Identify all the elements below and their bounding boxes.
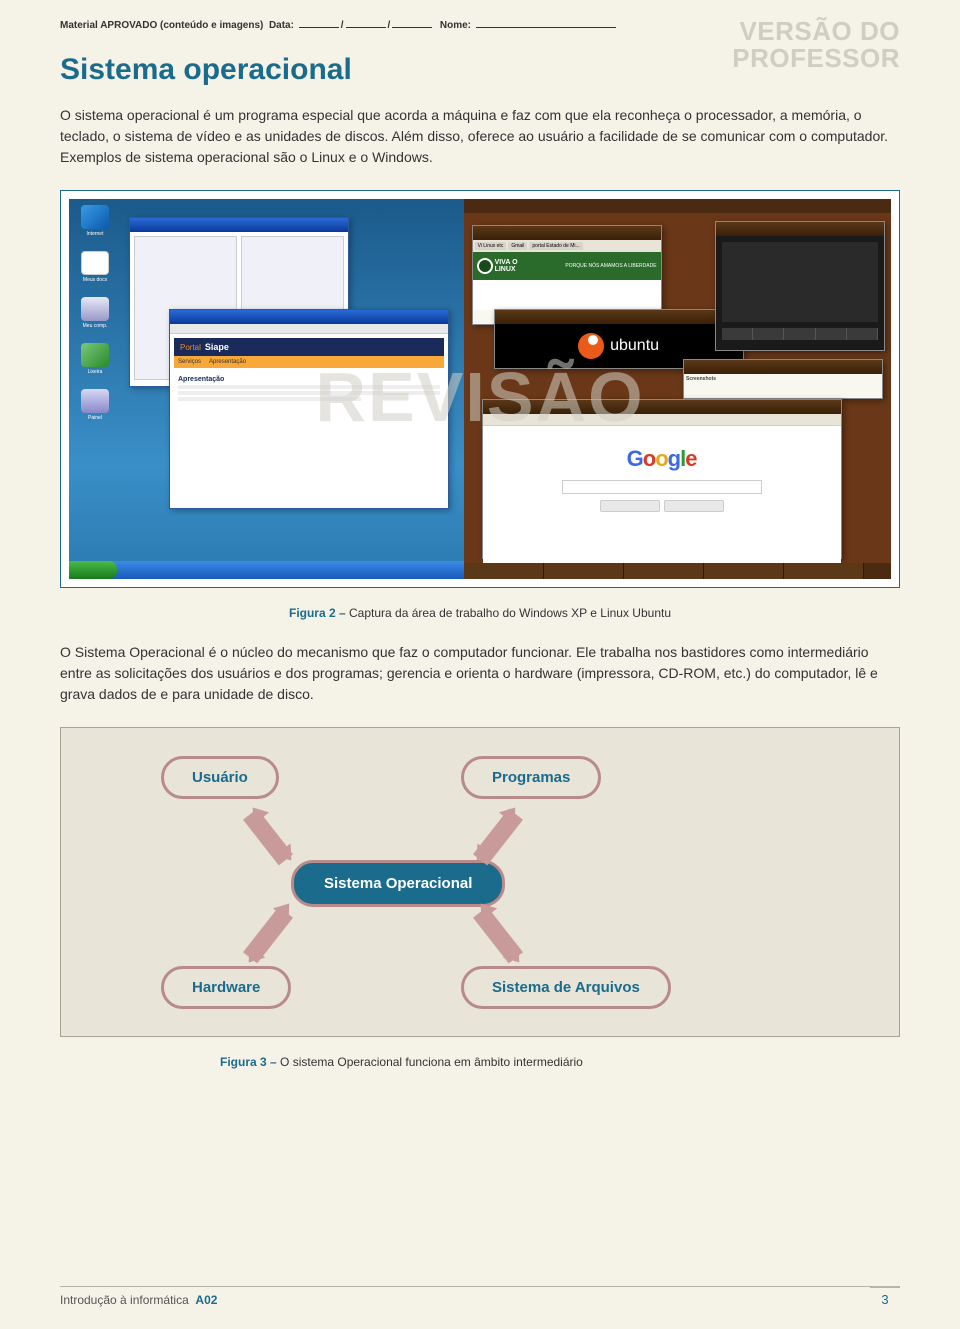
watermark-line2: PROFESSOR: [732, 45, 900, 72]
body-paragraph-2: O Sistema Operacional é o núcleo do meca…: [60, 642, 900, 705]
watermark-line1: VERSÃO DO: [732, 18, 900, 45]
xp-taskbar: [69, 561, 496, 579]
xp-desktop: Internet Meus docs Meu comp. Lixeira Pai…: [69, 199, 496, 579]
diagram-node-hardware: Hardware: [161, 966, 291, 1009]
xp-icon-ie: Internet: [75, 205, 115, 245]
name-blank: [476, 27, 616, 28]
xp-browser-window: Portal Siape Serviços Apresentação Apres…: [169, 309, 449, 509]
diagram-node-os: Sistema Operacional: [291, 860, 505, 907]
figure-2-caption: Figura 2 – Captura da área de trabalho d…: [60, 606, 900, 620]
google-search-box: [562, 480, 762, 494]
xp-start-button: [69, 561, 117, 579]
xp-desktop-icons: Internet Meus docs Meu comp. Lixeira Pai…: [75, 205, 115, 435]
date-blank-2: [346, 27, 386, 28]
footer-page-number: 3: [870, 1287, 900, 1307]
siape-banner: Portal Siape: [174, 338, 444, 356]
diagram-node-programs: Programas: [461, 756, 601, 799]
figure-3-diagram: Usuário Programas Sistema Operacional Ha…: [60, 727, 900, 1037]
intro-paragraph: O sistema operacional é um programa espe…: [60, 105, 900, 168]
xp-icon-recycle: Lixeira: [75, 343, 115, 383]
ubuntu-wordmark: ubuntu: [610, 337, 659, 355]
google-logo: Google: [489, 446, 835, 472]
figure-3-caption: Figura 3 – O sistema Operacional funcion…: [60, 1055, 900, 1069]
diagram-node-user: Usuário: [161, 756, 279, 799]
ubuntu-bottom-panel: [464, 563, 891, 579]
date-label: Data:: [269, 20, 294, 31]
ubuntu-browser-google: Google: [482, 399, 842, 559]
ubuntu-logo-icon: [578, 333, 604, 359]
name-label: Nome:: [440, 20, 471, 31]
page-footer: Introdução à informática A02 3: [60, 1286, 900, 1307]
date-blank-1: [299, 27, 339, 28]
ubuntu-media-player: [715, 221, 885, 351]
ubuntu-screenshots-window: Screenshots: [683, 359, 883, 399]
screenshot-collage: Internet Meus docs Meu comp. Lixeira Pai…: [69, 199, 891, 579]
xp-icon-docs: Meus docs: [75, 251, 115, 291]
diagram-node-filesystem: Sistema de Arquivos: [461, 966, 671, 1009]
date-blank-3: [392, 27, 432, 28]
xp-icon-mycomputer: Meu comp.: [75, 297, 115, 337]
siape-menu: Serviços Apresentação: [174, 356, 444, 368]
footer-course: Introdução à informática A02: [60, 1293, 217, 1307]
ubuntu-desktop: Vi Linux etc Gmail portal Estado de Mi..…: [464, 199, 891, 579]
figure-2-box: Internet Meus docs Meu comp. Lixeira Pai…: [60, 190, 900, 588]
watermark-top: VERSÃO DO PROFESSOR: [732, 18, 900, 73]
approval-prefix: Material APROVADO (conteúdo e imagens): [60, 20, 263, 31]
xp-icon-control: Painel: [75, 389, 115, 429]
ubuntu-top-panel: [464, 199, 891, 213]
